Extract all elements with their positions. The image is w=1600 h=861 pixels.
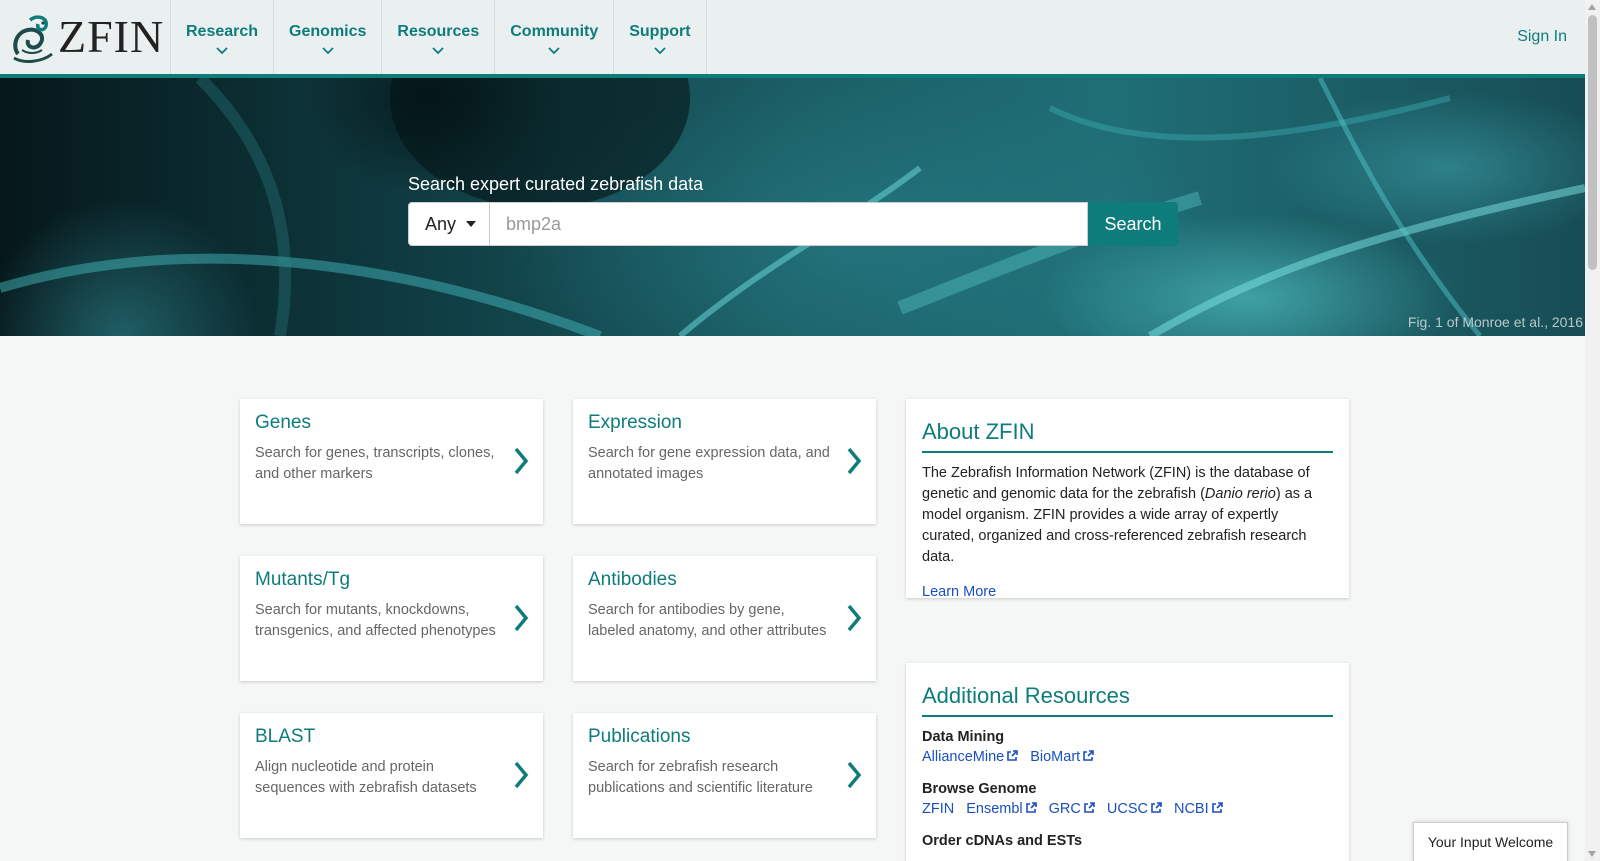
resources-title: Additional Resources <box>922 663 1333 717</box>
hero-banner: Search expert curated zebrafish data Any… <box>0 78 1585 336</box>
card-title: Publications <box>588 726 691 747</box>
nav-genomics[interactable]: Genomics <box>274 0 383 74</box>
card-title: BLAST <box>255 726 316 747</box>
data-mining-heading: Data Mining <box>922 729 1005 745</box>
chevron-right-icon <box>847 447 862 475</box>
top-header: ZFIN Research Genomics Resources Communi… <box>0 0 1585 78</box>
additional-resources-panel: Additional Resources Data Mining Allianc… <box>906 663 1349 861</box>
about-panel: About ZFIN The Zebrafish Information Net… <box>906 399 1349 600</box>
chevron-right-icon <box>514 604 529 632</box>
nav-research-label: Research <box>186 23 259 40</box>
card-description: Align nucleotide and protein sequences w… <box>255 759 477 796</box>
nav-research[interactable]: Research <box>171 0 275 74</box>
browse-genome-heading: Browse Genome <box>922 781 1037 797</box>
nav-community-label: Community <box>510 23 599 40</box>
external-link-icon <box>1083 750 1094 761</box>
nav-support-label: Support <box>629 23 691 40</box>
zebrafish-logo-icon <box>13 15 53 63</box>
hero-title: Search expert curated zebrafish data <box>408 174 704 194</box>
card-expression[interactable]: Expression Search for gene expression da… <box>573 399 876 524</box>
card-description: Search for genes, transcripts, clones, a… <box>255 445 495 482</box>
sign-in-link[interactable]: Sign In <box>1517 28 1567 46</box>
search-button[interactable]: Search <box>1088 202 1178 246</box>
nav-support[interactable]: Support <box>614 0 707 74</box>
ncbi-link[interactable]: NCBI <box>1174 801 1209 817</box>
browse-genome-links: ZFIN Ensembl GRC UCSC NCBI <box>922 800 1333 818</box>
nav-community[interactable]: Community <box>495 0 615 74</box>
card-description: Search for gene expression data, and ann… <box>588 445 830 482</box>
chevron-down-icon <box>548 47 560 55</box>
nav-genomics-label: Genomics <box>289 23 367 40</box>
card-title: Genes <box>255 412 311 433</box>
external-link-icon <box>1211 802 1223 813</box>
image-credit: Fig. 1 of Monroe et al., 2016 <box>1407 314 1583 330</box>
card-title: Expression <box>588 412 682 433</box>
external-link-icon <box>1007 750 1019 761</box>
biomart-link[interactable]: BioMart <box>1030 749 1080 765</box>
chevron-down-icon <box>654 47 666 55</box>
logo-text: ZFIN <box>58 11 165 62</box>
grc-link[interactable]: GRC <box>1049 801 1081 817</box>
chevron-down-icon <box>322 47 334 55</box>
ucsc-link[interactable]: UCSC <box>1107 801 1148 817</box>
chevron-right-icon <box>847 761 862 789</box>
external-link-icon <box>1151 802 1162 813</box>
scrollbar-thumb[interactable] <box>1588 15 1597 270</box>
alliancemine-link[interactable]: AllianceMine <box>922 749 1004 765</box>
about-text: The Zebrafish Information Network (ZFIN)… <box>922 463 1333 568</box>
learn-more-link[interactable]: Learn More <box>922 584 1333 600</box>
search-bar: Any Search <box>408 202 1178 246</box>
data-mining-links: AllianceMine BioMart <box>922 748 1333 766</box>
card-genes[interactable]: Genes Search for genes, transcripts, clo… <box>240 399 543 524</box>
external-link-icon <box>1084 802 1095 813</box>
card-description: Search for mutants, knockdowns, transgen… <box>255 602 496 639</box>
order-cdnas-heading: Order cDNAs and ESTs <box>922 833 1083 849</box>
zfin-genome-link[interactable]: ZFIN <box>922 801 954 817</box>
search-category-select[interactable]: Any <box>408 202 490 246</box>
card-title: Antibodies <box>588 569 677 590</box>
card-publications[interactable]: Publications Search for zebrafish resear… <box>573 713 876 838</box>
nav-resources[interactable]: Resources <box>382 0 496 74</box>
scroll-down-arrow-icon[interactable] <box>1588 851 1596 857</box>
card-antibodies[interactable]: Antibodies Search for antibodies by gene… <box>573 556 876 681</box>
card-description: Search for zebrafish research publicatio… <box>588 759 813 796</box>
about-title: About ZFIN <box>922 399 1333 453</box>
nav-resources-label: Resources <box>397 23 480 40</box>
feedback-button[interactable]: Your Input Welcome <box>1413 822 1568 861</box>
card-blast[interactable]: BLAST Align nucleotide and protein seque… <box>240 713 543 838</box>
chevron-right-icon <box>514 447 529 475</box>
chevron-right-icon <box>847 604 862 632</box>
chevron-down-icon <box>432 47 444 55</box>
search-category-value: Any <box>425 213 457 234</box>
card-description: Search for antibodies by gene, labeled a… <box>588 602 827 639</box>
card-mutants[interactable]: Mutants/Tg Search for mutants, knockdown… <box>240 556 543 681</box>
search-input[interactable] <box>490 202 1088 246</box>
external-link-icon <box>1025 802 1037 813</box>
caret-down-icon <box>466 221 477 227</box>
ensembl-link[interactable]: Ensembl <box>966 801 1022 817</box>
chevron-right-icon <box>514 761 529 789</box>
species-name: Danio rerio <box>1204 486 1276 502</box>
chevron-down-icon <box>216 47 228 55</box>
card-title: Mutants/Tg <box>255 569 351 590</box>
zfin-logo[interactable]: ZFIN <box>0 0 171 74</box>
scroll-up-arrow-icon[interactable] <box>1588 4 1596 10</box>
page-scrollbar[interactable] <box>1585 0 1600 861</box>
